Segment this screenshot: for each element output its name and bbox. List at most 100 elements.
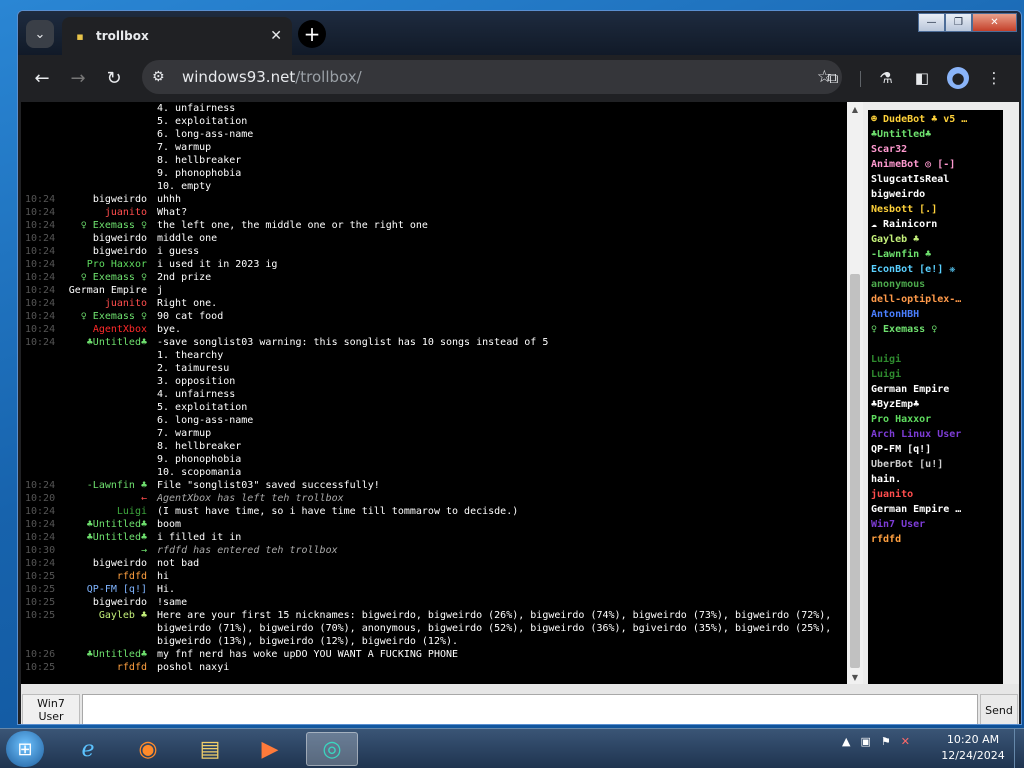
message-nick[interactable] <box>57 388 147 401</box>
message-nick[interactable] <box>57 102 147 115</box>
message-nick[interactable]: rfdfd <box>57 661 147 674</box>
maximize-icon[interactable]: ❐ <box>945 13 972 32</box>
message-nick[interactable]: Luigi <box>57 505 147 518</box>
online-user[interactable]: SlugcatIsReal <box>868 172 1003 187</box>
online-user[interactable]: Pro Haxxor <box>868 412 1003 427</box>
message-nick[interactable] <box>57 466 147 479</box>
online-user[interactable]: ☻ DudeBot ♣ v5 … <box>868 112 1003 127</box>
online-user[interactable]: Luigi <box>868 367 1003 382</box>
message-nick[interactable]: ♣Untitled♣ <box>57 336 147 349</box>
online-user[interactable]: ♣ByzEmp♣ <box>868 397 1003 412</box>
online-user[interactable]: AnimeBot ◎ [-] <box>868 157 1003 172</box>
online-user[interactable]: ☁ Rainicorn <box>868 217 1003 232</box>
message-nick[interactable] <box>57 115 147 128</box>
message-nick[interactable]: bigweirdo <box>57 232 147 245</box>
online-user[interactable]: German Empire <box>868 382 1003 397</box>
online-user[interactable]: ♣Untitled♣ <box>868 127 1003 142</box>
extensions-icon[interactable]: ⧉ <box>822 67 844 89</box>
send-button[interactable]: Send <box>980 694 1018 724</box>
profile-avatar-icon[interactable]: ● <box>947 67 969 89</box>
online-user[interactable]: -Lawnfin ♣ <box>868 247 1003 262</box>
message-nick[interactable] <box>57 349 147 362</box>
menu-kebab-icon[interactable]: ⋮ <box>983 67 1005 89</box>
message-nick[interactable]: bigweirdo <box>57 193 147 206</box>
message-nick[interactable]: juanito <box>57 206 147 219</box>
message-nick[interactable] <box>57 154 147 167</box>
media-player-icon[interactable]: ▶ <box>244 732 296 766</box>
message-nick[interactable]: ♣Untitled♣ <box>57 531 147 544</box>
taskbar-clock[interactable]: 10:20 AM 12/24/2024 <box>938 732 1008 764</box>
online-user[interactable]: QP-FM [q!] <box>868 442 1003 457</box>
labs-flask-icon[interactable]: ⚗ <box>875 67 897 89</box>
online-user[interactable]: Gayleb ♣ <box>868 232 1003 247</box>
online-user[interactable]: anonymous <box>868 277 1003 292</box>
message-nick[interactable]: ♀ Exemass ♀ <box>57 310 147 323</box>
online-user[interactable]: hain. <box>868 472 1003 487</box>
tray-expand-icon[interactable]: ▲ <box>842 735 850 748</box>
message-nick[interactable]: Pro Haxxor <box>57 258 147 271</box>
message-nick[interactable] <box>57 128 147 141</box>
message-nick[interactable]: ♀ Exemass ♀ <box>57 271 147 284</box>
message-nick[interactable] <box>57 453 147 466</box>
message-nick[interactable] <box>57 427 147 440</box>
start-orb-icon[interactable]: ⊞ <box>6 731 44 767</box>
chrome-taskbar-icon[interactable]: ◎ <box>306 732 358 766</box>
close-window-icon[interactable]: ✕ <box>972 13 1017 32</box>
message-nick[interactable]: Gayleb ♣ <box>57 609 147 648</box>
online-user[interactable]: juanito <box>868 487 1003 502</box>
online-user[interactable]: UberBot [u!] <box>868 457 1003 472</box>
online-user[interactable]: AntonHBH <box>868 307 1003 322</box>
message-nick[interactable]: AgentXbox <box>57 323 147 336</box>
online-user[interactable]: rfdfd <box>868 532 1003 547</box>
file-explorer-icon[interactable]: ▤ <box>184 732 236 766</box>
message-nick[interactable]: ♣Untitled♣ <box>57 648 147 661</box>
message-nick[interactable] <box>57 401 147 414</box>
site-info-icon[interactable]: ⚙ <box>152 69 174 85</box>
message-nick[interactable] <box>57 362 147 375</box>
online-user[interactable]: ♀ Exemass ♀ <box>868 322 1003 337</box>
message-nick[interactable]: -Lawnfin ♣ <box>57 479 147 492</box>
message-nick[interactable]: bigweirdo <box>57 245 147 258</box>
message-nick[interactable] <box>57 167 147 180</box>
online-user[interactable]: Arch Linux User <box>868 427 1003 442</box>
new-tab-button[interactable]: + <box>298 20 326 48</box>
message-nick[interactable] <box>57 375 147 388</box>
network-icon[interactable]: ▣ <box>860 735 870 748</box>
online-user[interactable]: Win7 User <box>868 517 1003 532</box>
chat-scrollbar[interactable]: ▲ ▼ <box>847 102 863 684</box>
address-bar[interactable]: ⚙ windows93.net/trollbox/ ☆ <box>142 60 842 94</box>
tab-close-icon[interactable]: ✕ <box>270 28 282 44</box>
reload-icon[interactable]: ↻ <box>103 67 125 89</box>
url-text[interactable]: windows93.net/trollbox/ <box>182 68 817 86</box>
side-panel-icon[interactable]: ◧ <box>911 67 933 89</box>
back-arrow-icon[interactable]: ← <box>31 67 53 89</box>
firefox-icon[interactable]: ◉ <box>122 732 174 766</box>
message-nick[interactable]: bigweirdo <box>57 557 147 570</box>
message-nick[interactable]: German Empire <box>57 284 147 297</box>
action-center-flag-icon[interactable]: ⚑ <box>881 735 891 748</box>
online-user[interactable]: bigweirdo <box>868 187 1003 202</box>
online-user[interactable]: Nesbott [.] <box>868 202 1003 217</box>
nickname-button[interactable]: Win7 User <box>22 694 80 724</box>
scrollbar-thumb[interactable] <box>850 274 860 668</box>
message-nick[interactable] <box>57 440 147 453</box>
message-nick[interactable]: ♣Untitled♣ <box>57 518 147 531</box>
scroll-up-icon[interactable]: ▲ <box>847 102 863 116</box>
online-user[interactable]: Scar32 <box>868 142 1003 157</box>
internet-explorer-icon[interactable]: ℯ <box>62 732 114 766</box>
message-nick[interactable] <box>57 414 147 427</box>
online-user[interactable]: EconBot [e!] ❋ <box>868 262 1003 277</box>
online-user[interactable]: Luigi <box>868 352 1003 367</box>
online-user[interactable]: dell-optiplex-… <box>868 292 1003 307</box>
message-nick[interactable]: ♀ Exemass ♀ <box>57 219 147 232</box>
tab-search-icon[interactable]: ⌄ <box>26 20 54 48</box>
volume-muted-icon[interactable]: ✕ <box>901 735 910 748</box>
tab-trollbox[interactable]: ▪ trollbox ✕ <box>62 17 292 55</box>
message-nick[interactable]: ← <box>57 492 147 505</box>
scroll-down-icon[interactable]: ▼ <box>847 670 863 684</box>
message-nick[interactable] <box>57 141 147 154</box>
message-input[interactable] <box>82 694 978 724</box>
message-nick[interactable]: juanito <box>57 297 147 310</box>
online-user[interactable]: German Empire … <box>868 502 1003 517</box>
message-nick[interactable]: QP-FM [q!] <box>57 583 147 596</box>
